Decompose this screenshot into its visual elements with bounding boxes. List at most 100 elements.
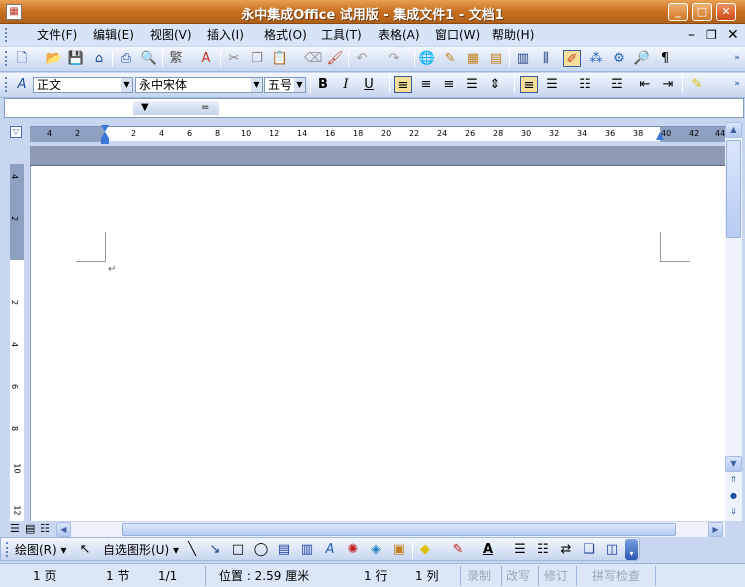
status-track-changes[interactable]: 修订	[544, 568, 568, 584]
font-size-select[interactable]: 五号 ▼	[264, 77, 306, 93]
textbox-icon[interactable]: ▤	[275, 541, 293, 558]
autoshapes-menu[interactable]: 自选图形(U) ▾	[103, 542, 179, 558]
delete-icon[interactable]: ⌫	[304, 50, 322, 67]
underline-button[interactable]: U	[360, 76, 378, 93]
vertical-scroll-thumb[interactable]	[726, 140, 741, 238]
redo-icon[interactable]: ↷	[385, 50, 403, 67]
vertical-scrollbar[interactable]: ▲ ▼ ⇑ ● ⇓	[725, 122, 742, 521]
undo-icon[interactable]: ↶	[353, 50, 371, 67]
numbering-icon[interactable]: ☷	[576, 76, 594, 93]
vertical-textbox-icon[interactable]: ▥	[298, 541, 316, 558]
3d-icon[interactable]: ◫	[603, 541, 621, 558]
menu-insert[interactable]: 插入(I)	[207, 27, 244, 43]
status-record[interactable]: 录制	[467, 568, 491, 584]
picture-icon[interactable]: ▣	[390, 541, 408, 558]
save-icon[interactable]: 💾	[67, 50, 85, 67]
document-map-icon[interactable]: ⁂	[587, 50, 605, 67]
open-folder-icon[interactable]: 📂	[45, 50, 63, 67]
columns-icon[interactable]: ▥	[514, 50, 532, 67]
show-marks-icon[interactable]: ¶	[656, 50, 674, 67]
menu-help[interactable]: 帮助(H)	[492, 27, 534, 43]
traditional-chinese-icon[interactable]: 繁	[167, 50, 185, 67]
settings-gear-icon[interactable]: ⚙	[610, 50, 628, 67]
formula-bar-handle[interactable]: ▼ =	[133, 101, 219, 115]
align-center-icon[interactable]: ≡	[417, 76, 435, 93]
horizontal-scrollbar[interactable]: ◀ ▶	[56, 522, 725, 537]
previous-page-icon[interactable]: ⇑	[725, 473, 742, 489]
status-overwrite[interactable]: 改写	[506, 568, 530, 584]
permission-icon[interactable]: ⌂	[90, 50, 108, 67]
line-spacing-icon[interactable]: ⇕	[486, 76, 504, 93]
format-painter-icon[interactable]: 🖌	[326, 50, 344, 67]
align-left-icon[interactable]: ≡	[520, 76, 538, 93]
clipart-icon[interactable]: ◈	[367, 541, 385, 558]
menu-file[interactable]: 文件(F)	[37, 27, 77, 43]
horizontal-ruler[interactable]: 4 2 2 4 6 8 10 12 14 16 18 20 22 24 26 2…	[30, 125, 725, 144]
menu-table[interactable]: 表格(A)	[378, 27, 420, 43]
line-icon[interactable]: ╲	[183, 541, 201, 558]
drawing-overflow-icon[interactable]: ▾	[625, 539, 638, 560]
font-color-icon[interactable]: A	[479, 541, 497, 558]
multilevel-list-icon[interactable]: ☲	[608, 76, 626, 93]
outline-view-icon[interactable]: ☷	[40, 522, 50, 535]
paste-icon[interactable]: 📋	[271, 50, 289, 67]
bullets-icon[interactable]: ☰	[543, 76, 561, 93]
styles-icon[interactable]: A	[13, 76, 31, 93]
vertical-ruler[interactable]: 4 2 2 4 6 8 10 12	[10, 164, 24, 521]
next-page-icon[interactable]: ⇓	[725, 505, 742, 521]
toolbar-overflow-icon-2[interactable]: »	[728, 76, 745, 93]
print-icon[interactable]: ⎙	[117, 50, 135, 67]
bold-button[interactable]: B	[314, 76, 332, 93]
maximize-button[interactable]: □	[692, 3, 712, 21]
tab-selector-icon[interactable]: ▽	[10, 126, 22, 138]
align-justify-icon[interactable]: ≡	[394, 76, 412, 93]
edit-icon[interactable]: ✎	[441, 50, 459, 67]
spelling-icon[interactable]: A	[197, 50, 215, 67]
select-objects-icon[interactable]: ↖	[76, 541, 94, 558]
scroll-up-icon[interactable]: ▲	[725, 122, 742, 138]
horizontal-scroll-thumb[interactable]	[122, 523, 676, 536]
shadow-icon[interactable]: ❑	[580, 541, 598, 558]
line-color-icon[interactable]: ✎	[449, 541, 467, 558]
rectangle-icon[interactable]: □	[229, 541, 247, 558]
highlight-icon[interactable]: ✎	[688, 76, 706, 93]
dash-style-icon[interactable]: ☷	[534, 541, 552, 558]
toolbar-grip-icon[interactable]	[5, 51, 8, 66]
doc-minimize-button[interactable]: –	[688, 27, 695, 43]
toolbar-overflow-icon[interactable]: »	[728, 50, 745, 67]
find-icon[interactable]: 🔎	[633, 50, 651, 67]
scroll-right-icon[interactable]: ▶	[708, 522, 723, 537]
arrow-style-icon[interactable]: ⇄	[557, 541, 575, 558]
style-select[interactable]: 正文 ▼	[33, 77, 133, 93]
formula-bar[interactable]: ▼ =	[4, 98, 744, 118]
minimize-button[interactable]: _	[668, 3, 688, 21]
print-preview-icon[interactable]: 🔍	[140, 50, 158, 67]
close-button[interactable]: ✕	[716, 3, 736, 21]
increase-indent-icon[interactable]: ⇥	[659, 76, 677, 93]
oval-icon[interactable]: ◯	[252, 541, 270, 558]
document-page[interactable]: ↵	[30, 146, 725, 521]
distribute-icon[interactable]: ☰	[463, 76, 481, 93]
chart-icon[interactable]: ⫼	[537, 50, 555, 67]
diagram-icon[interactable]: ✺	[344, 541, 362, 558]
font-select[interactable]: 永中宋体 ▼	[135, 77, 263, 93]
normal-view-icon[interactable]: ☰	[10, 522, 20, 535]
line-style-icon[interactable]: ☰	[511, 541, 529, 558]
menu-grip-icon[interactable]	[5, 28, 8, 42]
arrow-icon[interactable]: ↘	[206, 541, 224, 558]
wordart-icon[interactable]: A	[321, 541, 339, 558]
copy-icon[interactable]: ❐	[248, 50, 266, 67]
menu-tools[interactable]: 工具(T)	[321, 27, 362, 43]
menu-format[interactable]: 格式(O)	[264, 27, 307, 43]
italic-button[interactable]: I	[337, 76, 355, 93]
hyperlink-icon[interactable]: 🌐	[418, 50, 436, 67]
menu-view[interactable]: 视图(V)	[150, 27, 192, 43]
doc-close-button[interactable]: ✕	[727, 27, 739, 43]
decrease-indent-icon[interactable]: ⇤	[636, 76, 654, 93]
status-spelling[interactable]: 拼写检查	[592, 568, 640, 584]
insert-sheet-icon[interactable]: ▤	[487, 50, 505, 67]
menu-window[interactable]: 窗口(W)	[435, 27, 480, 43]
browse-object-icon[interactable]: ●	[725, 489, 742, 505]
new-document-icon[interactable]: 🗋	[13, 50, 31, 67]
drawing-toggle-icon[interactable]: ✐	[563, 50, 581, 67]
